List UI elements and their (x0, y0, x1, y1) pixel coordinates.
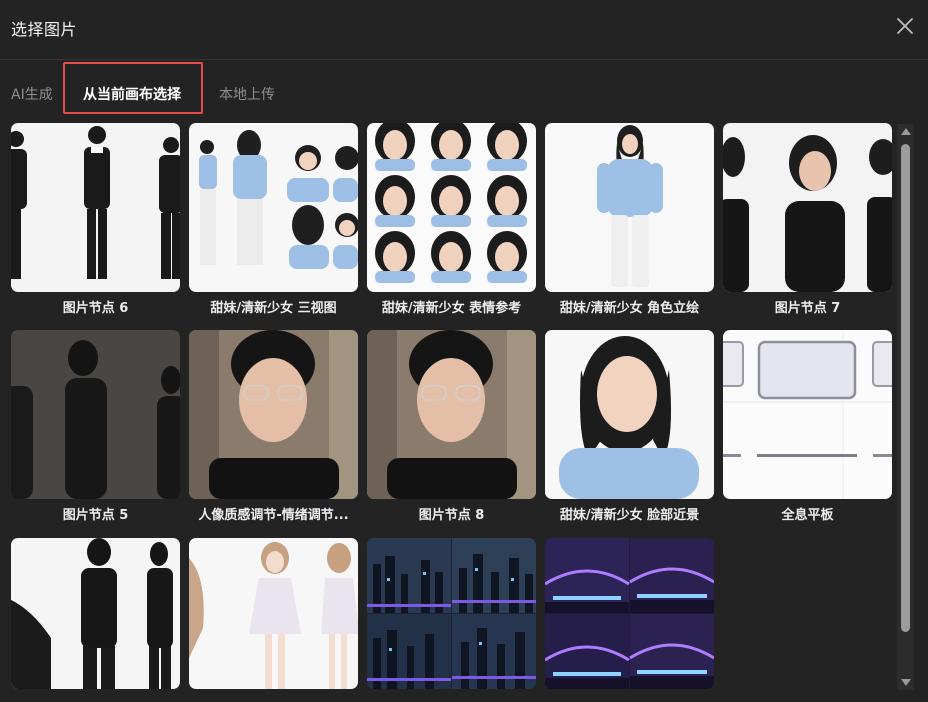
image-thumbnail (367, 330, 536, 499)
image-thumbnail (723, 123, 892, 292)
image-label: 甜妹/清新少女 角色立绘 (559, 301, 700, 316)
image-label: 全息平板 (781, 508, 834, 523)
scroll-down-arrow-icon[interactable] (901, 679, 911, 686)
image-thumbnail (545, 123, 714, 292)
image-thumbnail (723, 330, 892, 499)
image-thumbnail (367, 123, 536, 292)
image-label: 图片节点 7 (774, 301, 841, 316)
image-thumbnail (367, 538, 536, 689)
image-label: 甜妹/清新少女 表情参考 (381, 301, 522, 316)
image-thumbnail (11, 123, 180, 292)
scroll-up-arrow-icon[interactable] (901, 128, 911, 135)
image-thumbnail (545, 330, 714, 499)
source-tabs: AI生成 从当前画布选择 本地上传 (0, 62, 900, 116)
tab-current-canvas[interactable]: 从当前画布选择 (83, 84, 181, 104)
image-thumbnail (11, 538, 180, 689)
image-label: 图片节点 5 (62, 508, 129, 523)
image-label: 甜妹/清新少女 三视图 (210, 301, 337, 316)
image-label: 图片节点 8 (418, 508, 485, 523)
close-icon[interactable] (893, 14, 917, 38)
vertical-scrollbar[interactable] (897, 124, 914, 690)
tab-ai-generate[interactable]: AI生成 (11, 84, 53, 104)
image-thumbnail (545, 538, 714, 689)
image-label: 甜妹/清新少女 脸部近景 (559, 508, 700, 523)
image-thumbnail (189, 123, 358, 292)
dialog-header: 选择图片 (0, 0, 928, 60)
scrollbar-thumb[interactable] (901, 144, 910, 632)
tab-local-upload[interactable]: 本地上传 (219, 84, 275, 104)
image-label: 人像质感调节-情绪调节... (198, 508, 349, 523)
image-thumbnail (189, 330, 358, 499)
image-thumbnail (189, 538, 358, 689)
image-label: 图片节点 6 (62, 301, 129, 316)
image-thumbnail (11, 330, 180, 499)
dialog-title: 选择图片 (11, 20, 78, 39)
